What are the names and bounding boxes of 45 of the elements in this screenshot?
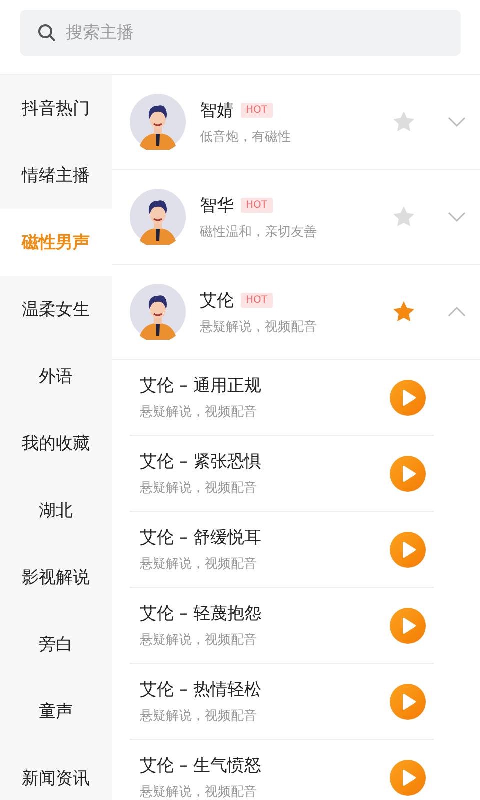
track-title: 艾伦 – 生气愤怒 (140, 755, 262, 777)
category-tab[interactable]: 温柔女生 (0, 276, 112, 343)
play-button[interactable] (390, 456, 426, 492)
anchor-name: 智华 (200, 194, 234, 216)
category-tab[interactable]: 旁白 (0, 611, 112, 678)
track-title: 艾伦 – 舒缓悦耳 (140, 527, 262, 549)
track-title: 艾伦 – 通用正规 (140, 375, 262, 397)
avatar-icon (130, 94, 186, 150)
anchor-name: 智婧 (200, 100, 234, 122)
category-tab[interactable]: 影视解说 (0, 544, 112, 611)
category-tab[interactable]: 情绪主播 (0, 142, 112, 209)
anchor-description: 磁性温和，亲切友善 (200, 224, 318, 240)
category-tab[interactable]: 童声 (0, 678, 112, 745)
anchor-name: 艾伦 (200, 290, 234, 312)
anchor-description: 低音炮，有磁性 (200, 128, 292, 146)
play-button[interactable] (390, 684, 426, 720)
play-button[interactable] (390, 608, 426, 644)
hot-badge: HOT (241, 292, 272, 308)
play-button[interactable] (390, 532, 426, 568)
track-title: 艾伦 – 紧张恐惧 (140, 451, 262, 473)
play-button[interactable] (390, 380, 426, 416)
search-icon (38, 24, 56, 42)
favorite-star-icon[interactable] (392, 205, 416, 229)
anchor-description: 悬疑解说，视频配音 (200, 318, 318, 336)
track-description: 悬疑解说，视频配音 (140, 632, 258, 649)
track-description: 悬疑解说，视频配音 (140, 784, 258, 800)
category-tab[interactable]: 新闻资讯 (0, 745, 112, 800)
track-description: 悬疑解说，视频配音 (140, 404, 258, 421)
track-description: 悬疑解说，视频配音 (140, 708, 258, 725)
track-title: 艾伦 – 热情轻松 (140, 679, 262, 701)
avatar-icon (130, 189, 186, 245)
hot-badge: HOT (241, 198, 272, 212)
category-tab[interactable]: 湖北 (0, 477, 112, 544)
search-field[interactable]: 搜索主播 (20, 10, 461, 56)
category-tab[interactable]: 抖音热门 (0, 75, 112, 142)
track-title: 艾伦 – 轻蔑抱怨 (140, 603, 262, 625)
avatar-icon (130, 284, 186, 340)
track-description: 悬疑解说，视频配音 (140, 480, 258, 497)
category-tab[interactable]: 外语 (0, 343, 112, 410)
play-button[interactable] (390, 760, 426, 796)
favorite-star-icon[interactable] (392, 300, 416, 324)
track-description: 悬疑解说，视频配音 (140, 556, 258, 573)
favorite-star-icon[interactable] (392, 110, 416, 134)
category-tab[interactable]: 我的收藏 (0, 410, 112, 477)
hot-badge: HOT (241, 102, 272, 118)
